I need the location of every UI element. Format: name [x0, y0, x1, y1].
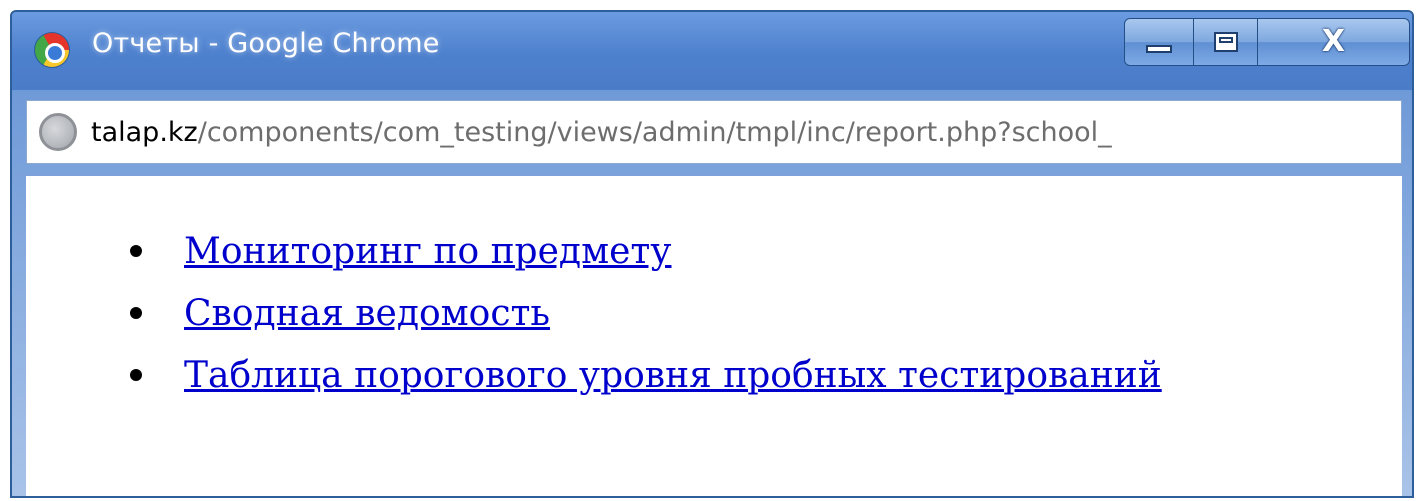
address-bar[interactable]: talap.kz/components/com_testing/views/ad…: [26, 100, 1402, 164]
window-title: Отчеты - Google Chrome: [92, 28, 440, 59]
maximize-icon: [1213, 32, 1238, 52]
minimize-button[interactable]: [1124, 18, 1194, 66]
chrome-logo-icon: [34, 32, 70, 68]
link-summary-sheet[interactable]: Сводная ведомость: [184, 293, 550, 334]
minimize-icon: [1146, 45, 1172, 53]
globe-icon: [39, 113, 77, 151]
close-icon: X: [1321, 24, 1346, 59]
browser-window: Отчеты - Google Chrome X talap.kz/compon…: [10, 10, 1414, 498]
list-item: Мониторинг по предмету: [130, 220, 1162, 282]
close-button[interactable]: X: [1258, 18, 1410, 66]
maximize-button[interactable]: [1194, 18, 1258, 66]
url-text[interactable]: talap.kz/components/com_testing/views/ad…: [91, 117, 1112, 148]
link-subject-monitoring[interactable]: Мониторинг по предмету: [184, 231, 671, 272]
link-threshold-table[interactable]: Таблица порогового уровня пробных тестир…: [184, 355, 1162, 396]
bullet-icon: [130, 369, 142, 381]
title-bar[interactable]: Отчеты - Google Chrome X: [12, 12, 1412, 90]
url-domain: talap.kz: [91, 116, 198, 148]
page-content: Мониторинг по предмету Сводная ведомость…: [26, 176, 1402, 496]
bullet-icon: [130, 307, 142, 319]
list-item: Сводная ведомость: [130, 282, 1162, 344]
bullet-icon: [130, 245, 142, 257]
report-links-list: Мониторинг по предмету Сводная ведомость…: [130, 220, 1162, 406]
list-item: Таблица порогового уровня пробных тестир…: [130, 344, 1162, 406]
url-path: /components/com_testing/views/admin/tmpl…: [197, 116, 1112, 148]
